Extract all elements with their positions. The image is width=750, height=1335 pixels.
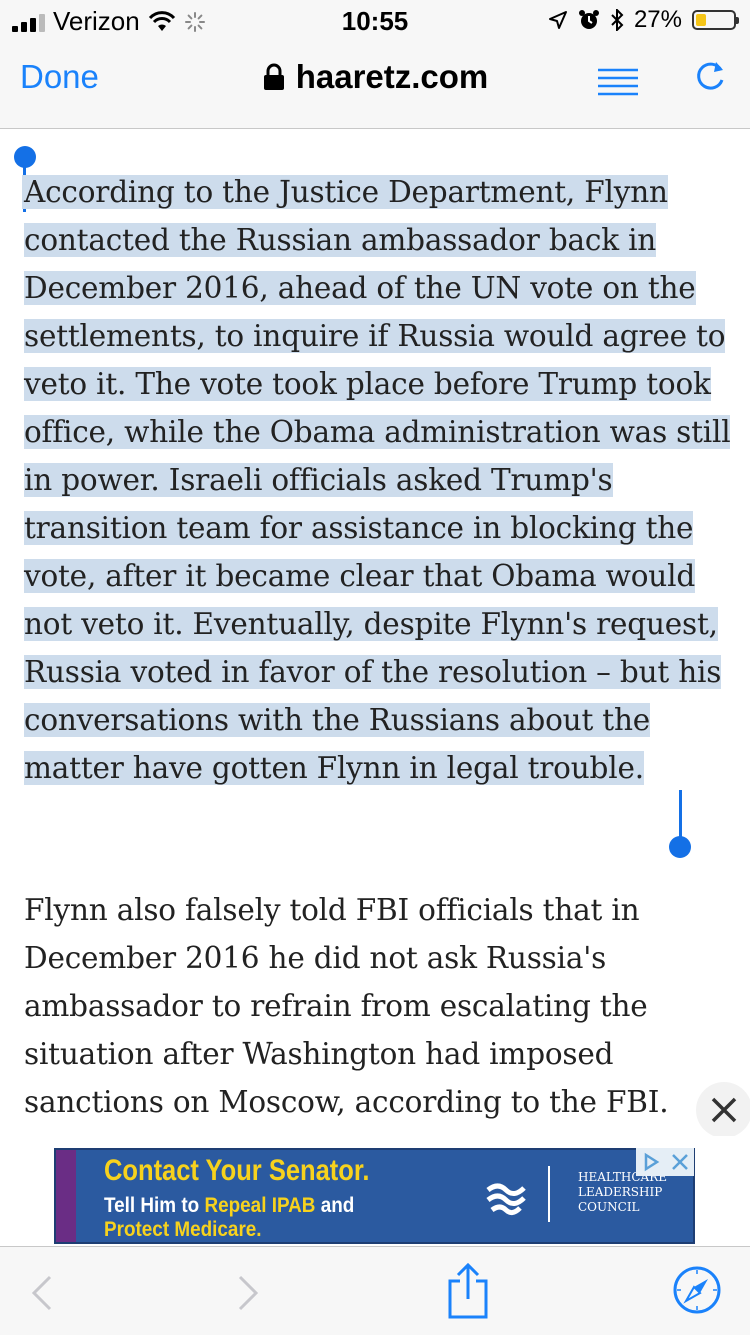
chevron-left-icon[interactable]: [30, 1275, 54, 1311]
article-paragraph-selected[interactable]: According to the Justice Department, Fly…: [22, 168, 736, 792]
ad-close-x-icon: [672, 1154, 688, 1170]
ad-line-2: Tell Him to Repeal IPAB and: [104, 1194, 354, 1218]
location-arrow-icon: [548, 11, 567, 29]
battery-icon: [692, 10, 739, 30]
domain-label: haaretz.com: [295, 58, 489, 95]
ad-org-name: HEALTHCARE LEADERSHIP COUNCIL: [578, 1170, 667, 1215]
ad-banner[interactable]: Contact Your Senator. Tell Him to Repeal…: [54, 1148, 695, 1244]
safari-compass-icon[interactable]: [672, 1265, 722, 1315]
browser-nav-bar: Done haaretz.com: [0, 40, 750, 129]
ad-strip: Contact Your Senator. Tell Him to Repeal…: [0, 1136, 750, 1246]
ad-line-2c: and: [315, 1194, 355, 1217]
status-right: 27%: [548, 6, 739, 34]
browser-toolbar: [0, 1246, 750, 1335]
ad-close-button[interactable]: [696, 1082, 750, 1138]
battery-level: [696, 14, 706, 26]
lock-icon: [263, 63, 284, 90]
ad-line-2a: Tell Him to: [104, 1194, 205, 1217]
reload-icon[interactable]: [694, 58, 728, 92]
article-paragraph: Flynn also falsely told FBI officials th…: [24, 893, 669, 1119]
bluetooth-icon: [611, 9, 624, 31]
selection-start-handle[interactable]: [14, 146, 36, 168]
reader-mode-icon[interactable]: [598, 64, 638, 104]
selection-end-caret: [679, 790, 682, 840]
ad-logo-icon: [486, 1183, 526, 1216]
close-icon: [711, 1097, 737, 1123]
ad-org-line-2: LEADERSHIP: [578, 1185, 663, 1199]
battery-percent: 27%: [633, 6, 682, 33]
ad-accent-bar: [56, 1150, 76, 1242]
adchoices-icon: [644, 1152, 660, 1172]
selection-end-handle[interactable]: [669, 836, 691, 858]
share-icon[interactable]: [446, 1263, 490, 1319]
selected-text[interactable]: According to the Justice Department, Fly…: [22, 175, 731, 785]
ad-line-2b: Repeal IPAB: [204, 1194, 316, 1217]
ad-line-3: Protect Medicare.: [104, 1218, 262, 1241]
adchoices-badge[interactable]: [636, 1148, 694, 1176]
ad-headline: Contact Your Senator.: [104, 1154, 370, 1187]
ad-org-line-3: COUNCIL: [578, 1200, 640, 1214]
status-bar: Verizon 10:55 27%: [0, 0, 750, 40]
alarm-icon: [578, 10, 599, 29]
chevron-right-icon[interactable]: [236, 1275, 260, 1311]
ad-divider: [548, 1166, 550, 1222]
